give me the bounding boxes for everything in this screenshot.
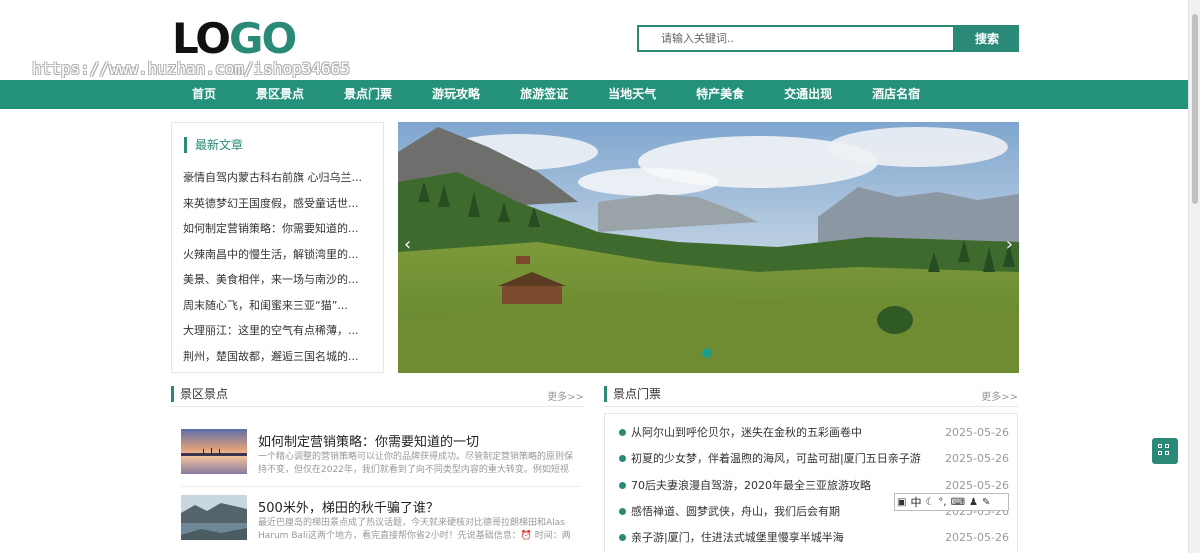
tickets-section-header: 景点门票 更多>> <box>604 386 1018 404</box>
latest-article-item[interactable]: 大理丽江：这里的空气有点稀薄，... <box>183 318 378 344</box>
watermark-url: https://www.huzhan.com/ishop34665 <box>32 59 350 78</box>
ticket-item-text: 70后夫妻浪漫自驾游，2020年最全三亚旅游攻略 <box>631 478 871 492</box>
scenic-section-header: 景区景点 更多>> <box>171 386 584 404</box>
bullet-icon <box>619 455 626 463</box>
site-logo[interactable]: LO GO <box>172 14 297 63</box>
nav-item-scenic[interactable]: 景区景点 <box>236 80 324 109</box>
nav-item-hotels[interactable]: 酒店名宿 <box>852 80 940 109</box>
banner-landscape-image <box>398 122 1019 373</box>
latest-article-item[interactable]: 豪情自驾内蒙古科右前旗 心归乌兰... <box>183 165 378 191</box>
ticket-item[interactable]: 从阿尔山到呼伦贝尔，迷失在金秋的五彩画卷中 2025-05-26 <box>619 420 1009 446</box>
latest-article-item[interactable]: 美景、美食相伴，来一场与南沙的... <box>183 267 378 293</box>
scenic-more-link[interactable]: 更多>> <box>547 388 584 403</box>
nav-item-weather[interactable]: 当地天气 <box>588 80 676 109</box>
bullet-icon <box>619 534 626 542</box>
card-divider <box>181 486 581 487</box>
tickets-section-title: 景点门票 <box>604 386 661 402</box>
ime-toolbar[interactable]: ▣ 中 ☾ °, ⌨ ♟ ✎ <box>894 493 1009 511</box>
scenic-card-desc: 一个精心调整的营销策略可以让你的品牌获得成功。尽管制定营销策略的原则保持不变，但… <box>258 452 574 475</box>
nav-item-transport[interactable]: 交通出现 <box>764 80 852 109</box>
nav-item-food[interactable]: 特产美食 <box>676 80 764 109</box>
ticket-item-date: 2025-05-26 <box>945 426 1009 439</box>
qr-icon-part <box>1158 451 1162 455</box>
nav-item-guides[interactable]: 游玩攻略 <box>412 80 500 109</box>
qr-icon <box>1158 444 1162 448</box>
banner-next-icon[interactable]: › <box>1006 234 1013 255</box>
qr-icon-part <box>1165 451 1169 455</box>
main-nav: 首页 景区景点 景点门票 游玩攻略 旅游签证 当地天气 特产美食 交通出现 酒店… <box>0 80 1188 109</box>
page-scrollbar[interactable] <box>1188 0 1200 553</box>
ticket-item-date: 2025-05-26 <box>945 531 1009 545</box>
ime-keyboard-icon[interactable]: ⌨ <box>949 497 967 508</box>
ime-wrench-icon[interactable]: ✎ <box>980 497 992 508</box>
latest-article-item[interactable]: 荆州，楚国故都，邂逅三国名城的... <box>183 344 378 370</box>
logo-text-dark: LO <box>172 14 231 63</box>
search-bar: 搜索 <box>637 25 1019 52</box>
scenic-card-title[interactable]: 500米外，梯田的秋千骗了谁？ <box>258 497 439 516</box>
scenic-card[interactable]: 500米外，梯田的秋千骗了谁？ 最近巴厘岛的梯田景点成了热议话题，今天就来硬核对… <box>181 495 581 553</box>
ime-language-toggle[interactable]: 中 <box>908 494 923 510</box>
scenic-section-title: 景区景点 <box>171 386 228 402</box>
ticket-item-text: 初夏的少女梦，伴着温煦的海风，可盐可甜|厦门五日亲子游 <box>631 452 921 466</box>
ime-moon-icon[interactable]: ☾ <box>923 497 936 508</box>
header: LOGO https://www.huzhan.com/ishop34665 搜… <box>0 0 1188 80</box>
scenic-card-thumbnail[interactable] <box>181 495 247 540</box>
bullet-icon <box>619 429 626 436</box>
scenic-card[interactable]: 如何制定营销策略：你需要知道的一切 一个精心调整的营销策略可以让你的品牌获得成功… <box>181 429 581 489</box>
floating-qr-button[interactable] <box>1152 438 1178 464</box>
latest-article-item[interactable]: 火辣南昌中的慢生活，解锁湾里的... <box>183 242 378 268</box>
latest-article-item[interactable]: 周末随心飞，和闺蜜来三亚“猫”... <box>183 293 378 319</box>
scenic-card-thumbnail[interactable] <box>181 429 247 474</box>
hero-banner[interactable]: ‹ › <box>398 122 1019 373</box>
tickets-more-link[interactable]: 更多>> <box>981 388 1018 403</box>
ime-logo-icon[interactable]: ▣ <box>895 497 908 508</box>
ticket-item-date: 2025-05-26 <box>945 452 1009 466</box>
scenic-card-desc: 最近巴厘岛的梯田景点成了热议话题，今天就来硬核对比德哥拉朗梯田和Alas Har… <box>258 518 571 541</box>
scenic-card-title[interactable]: 如何制定营销策略：你需要知道的一切 <box>258 431 479 450</box>
bullet-icon <box>619 507 626 515</box>
tickets-divider <box>604 406 1018 407</box>
ticket-item[interactable]: 初夏的少女梦，伴着温煦的海风，可盐可甜|厦门五日亲子游 2025-05-26 <box>619 446 1009 472</box>
ticket-item-text: 亲子游|厦门，住进法式城堡里慢享半城半海 <box>631 531 844 545</box>
qr-icon-part <box>1165 444 1169 448</box>
ticket-item-text: 从阿尔山到呼伦贝尔，迷失在金秋的五彩画卷中 <box>631 426 862 439</box>
scenic-divider <box>171 406 584 407</box>
tickets-list-panel: 从阿尔山到呼伦贝尔，迷失在金秋的五彩画卷中 2025-05-26 初夏的少女梦，伴… <box>604 413 1018 553</box>
ticket-item[interactable]: 亲子游|厦门，住进法式城堡里慢享半城半海 2025-05-26 <box>619 525 1009 551</box>
latest-article-item[interactable]: 如何制定营销策略：你需要知道的... <box>183 216 378 242</box>
latest-articles-title: 最新文章 <box>184 137 243 153</box>
ticket-item-text: 感悟禅道、圆梦武侠，舟山，我们后会有期 <box>631 504 840 518</box>
nav-item-visa[interactable]: 旅游签证 <box>500 80 588 109</box>
search-button[interactable]: 搜索 <box>955 25 1019 52</box>
latest-article-item[interactable]: 来英德梦幻王国度假，感受童话世... <box>183 191 378 217</box>
ime-punctuation-icon[interactable]: °, <box>936 497 948 508</box>
search-input[interactable] <box>637 25 955 52</box>
scenic-list: 如何制定营销策略：你需要知道的一切 一个精心调整的营销策略可以让你的品牌获得成功… <box>171 413 584 553</box>
scrollbar-thumb[interactable] <box>1192 14 1198 204</box>
banner-prev-icon[interactable]: ‹ <box>404 234 411 255</box>
banner-indicator-dot[interactable] <box>702 348 712 358</box>
bullet-icon <box>619 481 626 489</box>
nav-item-tickets[interactable]: 景点门票 <box>324 80 412 109</box>
latest-articles-panel: 最新文章 豪情自驾内蒙古科右前旗 心归乌兰... 来英德梦幻王国度假，感受童话世… <box>171 122 384 373</box>
nav-item-home[interactable]: 首页 <box>172 80 236 109</box>
logo-text-green: GO <box>228 14 297 63</box>
ime-user-icon[interactable]: ♟ <box>967 497 980 508</box>
